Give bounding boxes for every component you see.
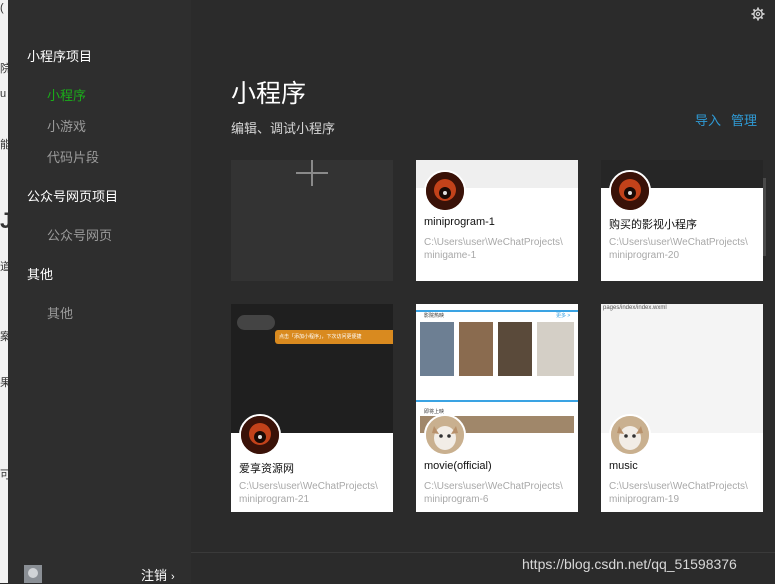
user-avatar[interactable]: [24, 565, 42, 583]
project-name: 购买的影视小程序: [609, 219, 697, 231]
chevron-right-icon: ›: [171, 571, 175, 583]
section-title-other: 其他: [27, 267, 54, 282]
logout-label: 注销: [141, 568, 168, 583]
capsule-button: [237, 315, 275, 330]
sidebar: 小程序项目 小程序 小游戏 代码片段 公众号网页项目 公众号网页 其他 其他 注…: [8, 0, 191, 583]
project-card-music[interactable]: pages/index/index.wxml music C:\Users\us…: [601, 304, 763, 512]
manage-link[interactable]: 管理: [731, 110, 757, 129]
import-link[interactable]: 导入: [695, 110, 721, 129]
page-subtitle: 编辑、调试小程序: [231, 121, 336, 136]
project-name: miniprogram-1: [424, 216, 495, 228]
plus-icon: [296, 160, 328, 186]
sidebar-item-minigame[interactable]: 小游戏: [47, 116, 86, 135]
project-path: C:\Users\user\WeChatProjects\ miniprogram…: [609, 481, 748, 505]
logout-button[interactable]: 注销 ›: [141, 565, 175, 584]
project-path: C:\Users\user\WeChatProjects\ miniprogram…: [609, 237, 748, 261]
project-path: C:\Users\user\WeChatProjects\ minigame-1: [424, 237, 563, 261]
page-title: 小程序: [231, 80, 307, 108]
tooltip-banner: 点击「添加小程序」，下次访问更便捷: [275, 330, 393, 344]
project-name: music: [609, 460, 638, 472]
divider: [191, 552, 775, 553]
sidebar-item-other[interactable]: 其他: [47, 303, 73, 322]
sidebar-item-official-web[interactable]: 公众号网页: [47, 225, 112, 244]
project-path: C:\Users\user\WeChatProjects\ miniprogram…: [424, 481, 563, 505]
project-name: 爱享资源网: [239, 463, 294, 475]
sidebar-item-code-snippet[interactable]: 代码片段: [47, 147, 99, 166]
section-title-miniprogram: 小程序项目: [27, 49, 93, 64]
main-panel: 小程序 编辑、调试小程序 导入 管理 miniprogram-1 C:\User…: [191, 0, 775, 583]
sidebar-item-miniprogram[interactable]: 小程序: [47, 85, 86, 104]
watermark-text: https://blog.csdn.net/qq_51598376: [522, 556, 737, 572]
project-avatar: [609, 414, 651, 456]
gear-icon[interactable]: [750, 6, 766, 22]
section-title-official-account: 公众号网页项目: [27, 189, 119, 204]
project-avatar: [424, 170, 466, 212]
project-card-aixiang[interactable]: 点击「添加小程序」，下次访问更便捷 爱享资源网 C:\Users\user\We…: [231, 304, 393, 512]
project-card-movie-official[interactable]: 影院热映 更多 > 即将上映 movie(official) C:\Users\…: [416, 304, 578, 512]
project-name: movie(official): [424, 460, 492, 472]
project-path: C:\Users\user\WeChatProjects\ miniprogram…: [239, 481, 378, 505]
background-window-edge: (院 u 能 J道 案果可: [0, 0, 8, 583]
project-avatar: [424, 414, 466, 456]
project-card-miniprogram-1[interactable]: miniprogram-1 C:\Users\user\WeChatProjec…: [416, 160, 578, 281]
add-project-card[interactable]: [231, 160, 393, 281]
scrollbar[interactable]: [763, 178, 766, 256]
project-card-movie-purchase[interactable]: 购买的影视小程序 C:\Users\user\WeChatProjects\ mi…: [601, 160, 763, 281]
project-avatar: [609, 170, 651, 212]
project-avatar: [239, 414, 281, 456]
